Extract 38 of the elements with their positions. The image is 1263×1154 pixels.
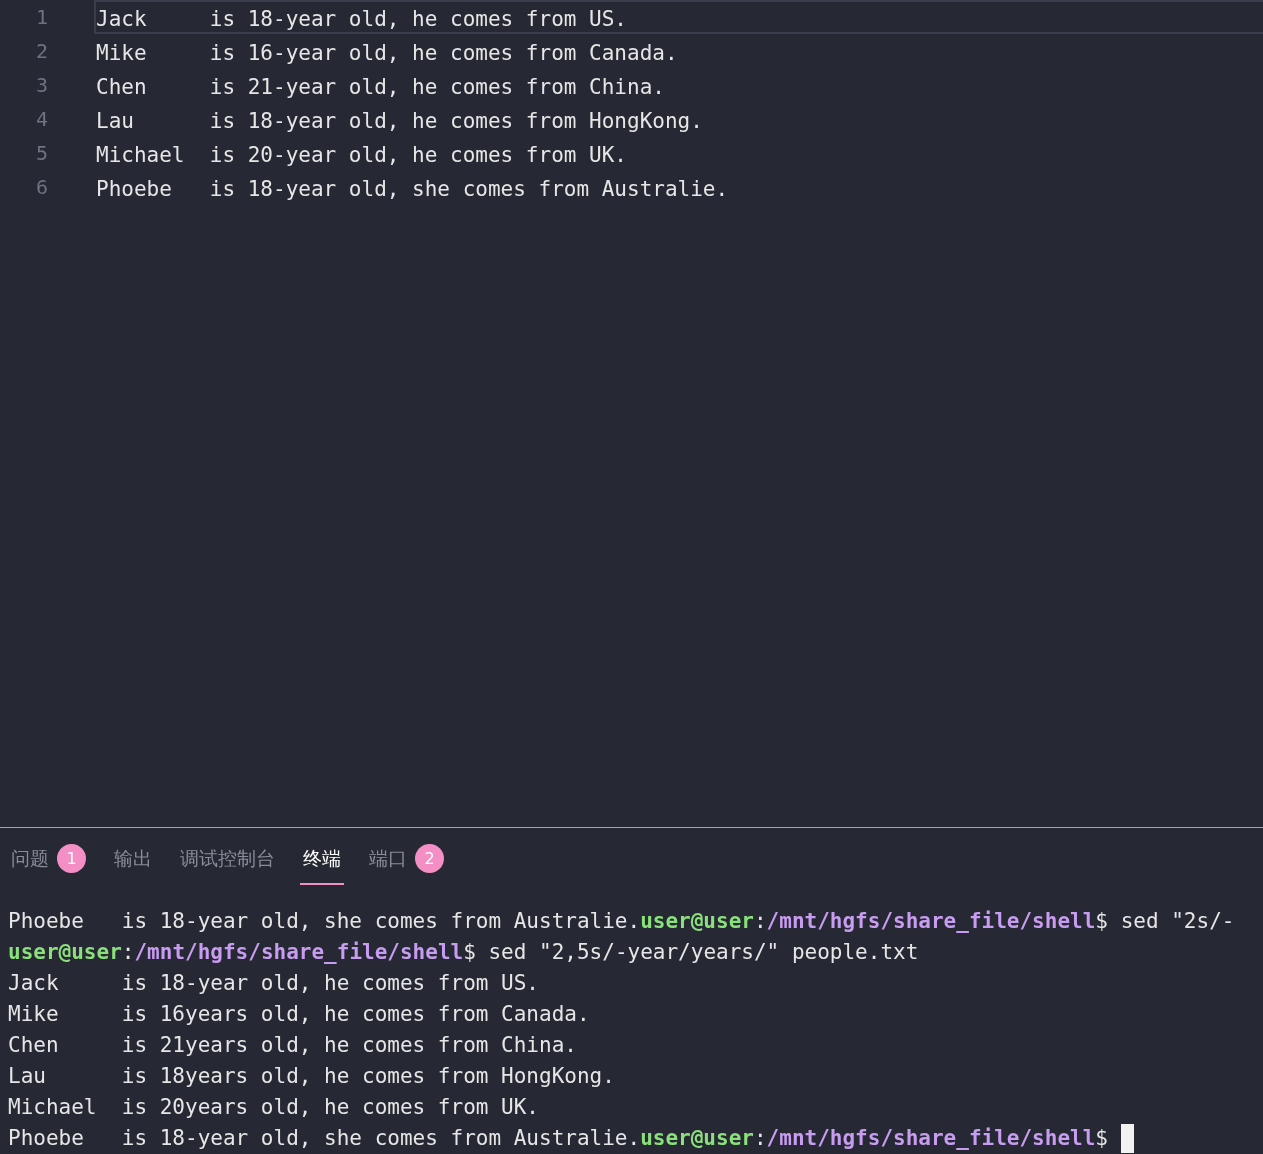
terminal-text: Phoebe is 18-year old, she comes from Australie.: [8, 908, 641, 935]
panel-tab[interactable]: 终端: [300, 834, 344, 885]
prompt-user: user@user: [8, 939, 122, 966]
code-line: Jack is 18-year old, he comes from US.: [94, 0, 1263, 34]
panel-tab[interactable]: 调试控制台: [177, 834, 278, 885]
terminal-text: :: [753, 908, 767, 935]
terminal-text: Michael is 20years old, he comes from UK.: [8, 1094, 539, 1121]
count-badge: 2: [415, 844, 444, 873]
prompt-user: user@user: [640, 908, 754, 935]
line-number: 4: [34, 107, 48, 131]
terminal-text: Phoebe is 18-year old, she comes from Australie.: [8, 1125, 641, 1152]
prompt-user: user@user: [640, 1125, 754, 1152]
terminal-text: :: [753, 1125, 767, 1152]
code-line: Lau is 18-year old, he comes from HongKong.: [95, 108, 704, 135]
code-line: Michael is 20-year old, he comes from UK.: [95, 142, 628, 169]
terminal-text: Chen is 21years old, he comes from China.: [8, 1032, 577, 1059]
terminal-text: Jack is 18-year old, he comes from US.: [8, 970, 539, 997]
prompt-path: /mnt/hgfs/share_file/shell: [766, 908, 1096, 935]
terminal-text: $: [1095, 1125, 1109, 1152]
line-number: 5: [34, 141, 48, 165]
prompt-path: /mnt/hgfs/share_file/shell: [766, 1125, 1096, 1152]
terminal-text: Mike is 16years old, he comes from Canada.: [8, 1001, 590, 1028]
terminal-text: $ sed "2s/-: [1095, 908, 1235, 935]
panel-tab[interactable]: 问题 1: [8, 834, 89, 885]
terminal-text: :: [121, 939, 135, 966]
count-badge: 1: [57, 844, 86, 873]
line-number: 6: [34, 175, 48, 199]
code-line: Mike is 16-year old, he comes from Canada.: [95, 40, 679, 67]
code-line: Phoebe is 18-year old, she comes from Australie.: [95, 176, 730, 203]
line-number: 3: [34, 73, 48, 97]
code-line: Chen is 21-year old, he comes from China.: [95, 74, 666, 101]
terminal-text: $ sed "2,5s/-year/years/" people.txt: [463, 939, 919, 966]
panel-tab[interactable]: 端口 2: [366, 834, 447, 885]
line-number: 1: [34, 5, 48, 29]
panel-tab[interactable]: 输出: [111, 834, 155, 885]
prompt-path: /mnt/hgfs/share_file/shell: [134, 939, 464, 966]
line-number: 2: [34, 39, 48, 63]
terminal-text: Lau is 18years old, he comes from HongKong.: [8, 1063, 615, 1090]
